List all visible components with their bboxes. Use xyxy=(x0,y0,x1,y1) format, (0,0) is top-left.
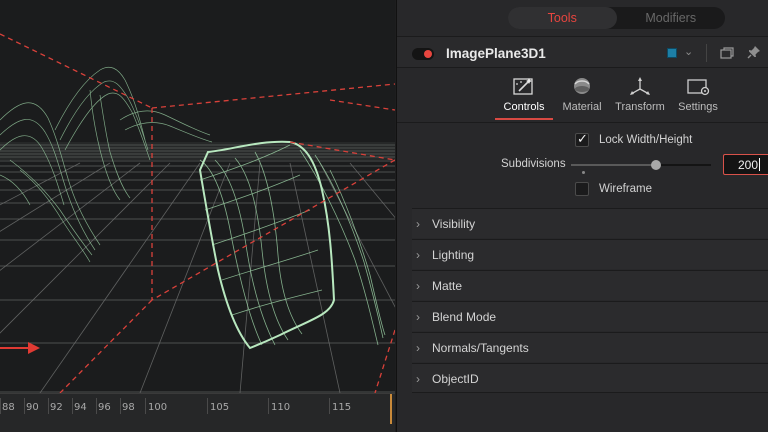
subdivisions-input[interactable]: 200 xyxy=(723,154,768,175)
transform-icon xyxy=(630,77,650,95)
tool-name: ImagePlane3D1 xyxy=(446,46,546,61)
chevron-right-icon: › xyxy=(416,279,420,293)
3d-viewport[interactable] xyxy=(0,0,395,393)
tick-line xyxy=(0,398,1,414)
tick-label: 92 xyxy=(50,402,63,413)
tick-label: 105 xyxy=(210,402,230,413)
tick-line xyxy=(48,398,49,414)
chevron-right-icon: › xyxy=(416,217,420,231)
playhead[interactable] xyxy=(390,394,392,424)
pin-icon[interactable] xyxy=(747,45,761,59)
tab-tools[interactable]: Tools xyxy=(508,7,617,29)
inspector-panel: Tools Modifiers ImagePlane3D1 ⌄ Controls xyxy=(396,0,768,432)
chevron-right-icon: › xyxy=(416,372,420,386)
tick-line xyxy=(207,398,208,414)
section-visibility[interactable]: › Visibility xyxy=(412,208,768,238)
tab-material[interactable]: Material xyxy=(553,74,611,120)
tab-transform[interactable]: Transform xyxy=(611,74,669,120)
checkmark-icon: ✓ xyxy=(577,131,588,146)
wireframe-label: Wireframe xyxy=(599,183,653,195)
divider xyxy=(397,122,768,123)
tick-label: 110 xyxy=(271,402,291,413)
slider-default-marker xyxy=(582,171,585,174)
section-blend-mode[interactable]: › Blend Mode xyxy=(412,301,768,331)
tick-line xyxy=(329,398,330,414)
subdivisions-value: 200 xyxy=(738,158,759,172)
subdivisions-slider-fill xyxy=(571,164,657,166)
tick-line xyxy=(145,398,146,414)
tool-enable-toggle[interactable] xyxy=(412,48,434,60)
tab-label: Settings xyxy=(678,101,718,113)
material-icon xyxy=(574,78,590,94)
text-caret xyxy=(759,158,761,171)
tab-modifiers[interactable]: Modifiers xyxy=(617,7,726,29)
chevron-down-icon[interactable]: ⌄ xyxy=(684,45,693,58)
tick-label: 100 xyxy=(148,402,168,413)
timeline-ruler[interactable]: 88 90 92 94 96 98 100 105 110 115 xyxy=(0,393,395,432)
tick-line xyxy=(268,398,269,414)
tool-color-swatch[interactable] xyxy=(667,48,677,58)
tab-controls[interactable]: Controls xyxy=(495,74,553,120)
section-title: ObjectID xyxy=(432,372,479,386)
section-title: Blend Mode xyxy=(432,310,497,324)
chevron-right-icon: › xyxy=(416,341,420,355)
subdivisions-slider-thumb[interactable] xyxy=(651,160,662,170)
subdivisions-label: Subdivisions xyxy=(501,158,566,170)
tab-label: Controls xyxy=(503,101,545,113)
tick-label: 94 xyxy=(74,402,87,413)
wireframe-checkbox[interactable] xyxy=(575,182,589,196)
inspector-top-tabs: Tools Modifiers xyxy=(508,7,725,29)
section-title: Matte xyxy=(432,279,463,293)
tick-label: 96 xyxy=(98,402,111,413)
section-normals-tangents[interactable]: › Normals/Tangents xyxy=(412,332,768,362)
tick-label: 98 xyxy=(122,402,135,413)
tick-line xyxy=(120,398,121,414)
viewport-scene xyxy=(0,33,395,393)
section-title: Lighting xyxy=(432,248,475,262)
controls-icon xyxy=(513,78,533,95)
section-lighting[interactable]: › Lighting xyxy=(412,239,768,269)
settings-icon xyxy=(687,79,710,96)
inspector-sub-tabs: Controls Material Transform Settings xyxy=(495,74,727,122)
tab-settings[interactable]: Settings xyxy=(669,74,727,120)
tick-label: 115 xyxy=(332,402,352,413)
tick-line xyxy=(72,398,73,414)
tab-label: Transform xyxy=(615,101,665,113)
tick-label: 90 xyxy=(26,402,39,413)
section-objectid[interactable]: › ObjectID xyxy=(412,363,768,393)
divider xyxy=(706,44,707,62)
lock-width-height-label: Lock Width/Height xyxy=(599,134,693,146)
toggle-knob xyxy=(424,50,432,58)
lock-width-height-checkbox[interactable]: ✓ xyxy=(575,131,589,147)
chevron-right-icon: › xyxy=(416,248,420,262)
section-title: Normals/Tangents xyxy=(432,341,529,355)
section-title: Visibility xyxy=(432,217,476,231)
section-matte[interactable]: › Matte xyxy=(412,270,768,300)
tick-label: 88 xyxy=(2,402,15,413)
tab-label: Material xyxy=(562,101,602,113)
version-stack-icon[interactable] xyxy=(720,46,734,60)
tick-line xyxy=(96,398,97,414)
chevron-right-icon: › xyxy=(416,310,420,324)
tick-line xyxy=(24,398,25,414)
tool-header: ImagePlane3D1 ⌄ xyxy=(397,36,768,68)
